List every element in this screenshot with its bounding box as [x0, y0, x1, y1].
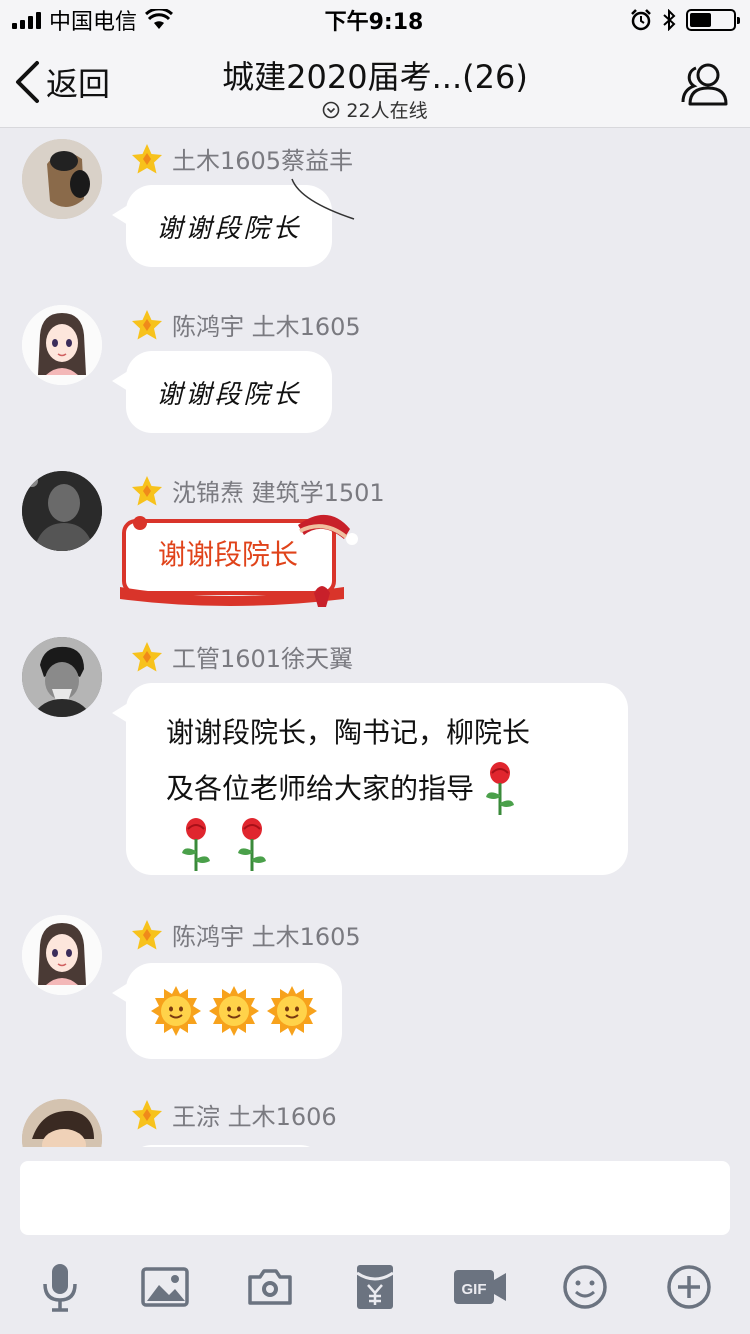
red-packet-button[interactable] [347, 1259, 403, 1315]
message-text: 谢谢段院长 [156, 213, 302, 244]
plus-icon [667, 1265, 712, 1309]
chat-title[interactable]: 城建2020届考...(26) [160, 52, 590, 98]
sun-icon [151, 986, 201, 1036]
star-icon [132, 641, 162, 671]
clock: 下午9:18 [324, 10, 424, 35]
star-icon [132, 143, 162, 173]
sender-name: 土木1605蔡益丰 [130, 141, 353, 176]
sender-name: 陈鸿宇 土木1605 [130, 307, 361, 342]
back-label: 返回 [46, 65, 111, 103]
status-bar: 中国电信 下午9:18 [0, 0, 750, 40]
chevron-left-icon [16, 61, 39, 103]
more-button[interactable] [661, 1259, 717, 1315]
chevron-down-circle-icon [323, 101, 340, 118]
message-list[interactable]: 土木1605蔡益丰 谢谢段院长 陈鸿宇 土木1605 谢谢段院长 沈锦焘 建筑学… [0, 129, 750, 1147]
red-packet-icon [356, 1265, 394, 1309]
emoji-button[interactable] [557, 1259, 613, 1315]
sender-name: 陈鸿宇 土木1605 [130, 917, 361, 952]
avatar[interactable] [22, 471, 102, 551]
signal-icon [12, 11, 41, 29]
nav-bar: 返回 城建2020届考...(26) 22人在线 [0, 40, 750, 128]
avatar[interactable] [22, 305, 102, 385]
message-item: 陈鸿宇 土木1605 谢谢段院长 [0, 295, 750, 445]
message-text: 谢谢段院长 [157, 538, 298, 571]
message-text-line: 及各位老师给大家的指导 [166, 772, 475, 805]
battery-icon [685, 9, 740, 31]
wifi-icon [145, 9, 174, 29]
message-input[interactable] [20, 1161, 730, 1235]
star-icon [132, 309, 162, 339]
rose-icon [486, 762, 515, 815]
alarm-icon [631, 9, 651, 31]
back-button[interactable]: 返回 [14, 54, 110, 110]
photo-button[interactable] [137, 1259, 193, 1315]
message-item: 工管1601徐天翼 谢谢段院长，陶书记，柳院长 及各位老师给大家的指导 [0, 627, 750, 887]
message-bubble[interactable] [112, 963, 342, 1059]
avatar[interactable] [22, 1099, 102, 1147]
carrier-label: 中国电信 [49, 10, 138, 35]
message-bubble[interactable]: 谢谢段院长，陶书记，柳院长 及各位老师给大家的指导 [112, 683, 628, 875]
status-right [476, 9, 740, 31]
online-status[interactable]: 22人在线 [200, 96, 550, 123]
online-count: 22人在线 [346, 100, 428, 122]
rose-icon [238, 818, 266, 871]
message-item: 土木1605蔡益丰 谢谢段院长 [0, 129, 750, 279]
image-icon [141, 1267, 190, 1307]
microphone-icon [43, 1264, 78, 1312]
sun-icon [209, 986, 259, 1036]
gif-button[interactable]: GIF [452, 1259, 508, 1315]
message-item: 沈锦焘 建筑学1501 谢谢段院长 [0, 461, 750, 621]
sender-name: 沈锦焘 建筑学1501 [130, 473, 385, 508]
avatar[interactable] [22, 915, 102, 995]
camera-button[interactable] [242, 1259, 298, 1315]
message-item: 王淙 土木1606 [0, 1089, 750, 1147]
avatar[interactable] [22, 637, 102, 717]
message-item: 陈鸿宇 土木1605 [0, 905, 750, 1065]
svg-text:GIF: GIF [461, 1281, 486, 1298]
pen-flourish-icon [291, 178, 355, 220]
star-icon [132, 475, 162, 505]
group-members-icon[interactable] [680, 58, 732, 110]
battery-level [689, 13, 711, 27]
sender-name: 工管1601徐天翼 [130, 639, 353, 674]
sun-icon [267, 986, 317, 1036]
camera-icon [248, 1269, 292, 1305]
star-icon [132, 919, 162, 949]
gif-icon: GIF [453, 1270, 506, 1304]
avatar[interactable] [22, 139, 102, 219]
input-toolbar: GIF [0, 1259, 750, 1315]
emoji-icon [562, 1265, 607, 1309]
message-text-line: 谢谢段院长，陶书记，柳院长 [166, 716, 531, 749]
message-text: 谢谢段院长 [156, 379, 302, 410]
message-bubble[interactable]: 谢谢段院长 [112, 351, 332, 433]
status-left: 中国电信 [12, 4, 272, 36]
rose-icon [182, 818, 210, 871]
festive-message-bubble[interactable]: 谢谢段院长 [118, 509, 358, 609]
star-icon [132, 1099, 162, 1129]
input-area: GIF [0, 1147, 750, 1334]
voice-button[interactable] [32, 1259, 88, 1315]
sender-name: 王淙 土木1606 [130, 1097, 337, 1132]
bluetooth-icon [663, 9, 676, 31]
